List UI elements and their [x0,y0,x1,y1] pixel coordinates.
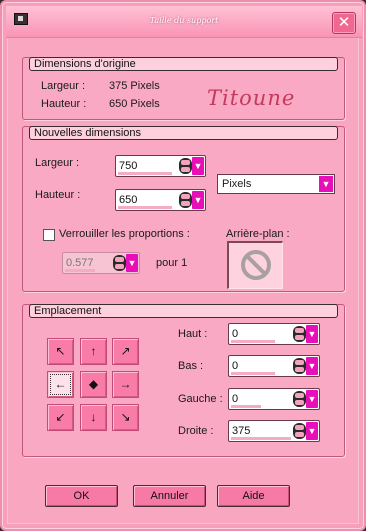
bottom-offset-dropdown[interactable]: ▼ [306,357,318,375]
anchor-top-right-button[interactable]: ↗ [112,338,139,365]
anchor-center-button[interactable]: ◆ [80,371,107,398]
anchor-bottom-right-button[interactable]: ↘ [112,404,139,431]
no-background-icon [241,250,271,280]
bottom-offset-label: Bas : [178,360,204,372]
new-width-value: 750 [119,160,138,172]
left-offset-spin-arrows[interactable] [293,391,306,407]
top-offset-bar [231,340,275,343]
anchor-left-button[interactable]: ← [47,371,74,398]
new-width-dropdown[interactable]: ▼ [192,157,204,175]
original-width-label: Largeur : [41,80,86,92]
new-dimensions-group: Nouvelles dimensions Largeur : 750 ▼ Hau… [22,126,345,292]
right-offset-spin-arrows[interactable] [293,423,306,439]
anchor-top-left-button[interactable]: ↖ [47,338,74,365]
help-button[interactable]: Aide [217,485,290,507]
anchor-bottom-left-button[interactable]: ↙ [47,404,74,431]
new-height-value: 650 [119,194,138,206]
title-bar[interactable]: Taille du support ✕ [6,6,362,38]
original-dimensions-group: Dimensions d'origine Largeur : 375 Pixel… [22,57,345,120]
anchor-bottom-button[interactable]: ↓ [80,404,107,431]
ok-button[interactable]: OK [45,485,118,507]
ratio-dropdown: ▼ [126,254,138,272]
placement-group: Emplacement ↖ ↑ ↗ ← ◆ → ↙ ↓ ↘ Haut : 0 ▼ Bas : 0… [22,304,345,457]
left-offset-dropdown[interactable]: ▼ [306,390,318,408]
right-offset-label: Droite : [178,425,214,437]
new-dimensions-legend: Nouvelles dimensions [29,126,338,140]
top-offset-dropdown[interactable]: ▼ [306,325,318,343]
left-offset-label: Gauche : [178,393,223,405]
cancel-button[interactable]: Annuler [133,485,206,507]
background-label: Arrière-plan : [226,228,290,240]
right-offset-bar [231,437,291,440]
new-height-spinner[interactable]: 650 ▼ [115,189,206,211]
chevron-down-icon[interactable]: ▼ [319,176,333,192]
lock-proportions-label[interactable]: Verrouiller les proportions : [59,228,190,240]
new-width-bar [118,172,172,175]
ratio-bar [65,269,95,272]
new-height-dropdown[interactable]: ▼ [192,191,204,209]
new-width-spin-arrows[interactable] [179,158,192,174]
unit-select[interactable]: Pixels ▼ [217,174,335,194]
background-swatch[interactable] [227,241,283,289]
bottom-offset-spin-arrows[interactable] [293,358,306,374]
original-height-label: Hauteur : [41,98,87,110]
ratio-value: 0.577 [66,257,94,269]
left-offset-spinner[interactable]: 0 ▼ [228,388,320,410]
window-title: Taille du support [149,16,219,25]
new-width-label: Largeur : [35,157,80,169]
placement-legend: Emplacement [29,304,338,318]
bottom-offset-value: 0 [232,360,239,372]
left-offset-bar [231,405,261,408]
left-offset-value: 0 [232,393,239,405]
bottom-offset-spinner[interactable]: 0 ▼ [228,355,320,377]
new-height-spin-arrows[interactable] [179,192,192,208]
new-height-label: Hauteur : [35,189,81,201]
top-offset-spin-arrows[interactable] [293,326,306,342]
bottom-offset-bar [231,372,275,375]
top-offset-value: 0 [232,328,239,340]
top-offset-spinner[interactable]: 0 ▼ [228,323,320,345]
anchor-right-button[interactable]: → [112,371,139,398]
right-offset-spinner[interactable]: 375 ▼ [228,420,320,442]
dialog-window: Taille du support ✕ Dimensions d'origine… [0,0,366,531]
right-offset-dropdown[interactable]: ▼ [306,422,318,440]
original-height-value: 650 Pixels [109,98,160,110]
new-height-bar [118,206,172,209]
lock-proportions-checkbox[interactable] [43,229,55,241]
signature-watermark: Titoune [207,86,296,110]
ratio-spin-arrows [113,255,126,271]
close-button[interactable]: ✕ [332,12,356,34]
ratio-spinner: 0.577 ▼ [62,252,140,274]
new-width-spinner[interactable]: 750 ▼ [115,155,206,177]
anchor-top-button[interactable]: ↑ [80,338,107,365]
unit-select-value: Pixels [222,178,252,190]
top-offset-label: Haut : [178,328,208,340]
original-width-value: 375 Pixels [109,80,160,92]
right-offset-value: 375 [232,425,251,437]
ratio-suffix-label: pour 1 [156,257,188,269]
original-dimensions-legend: Dimensions d'origine [29,57,338,71]
